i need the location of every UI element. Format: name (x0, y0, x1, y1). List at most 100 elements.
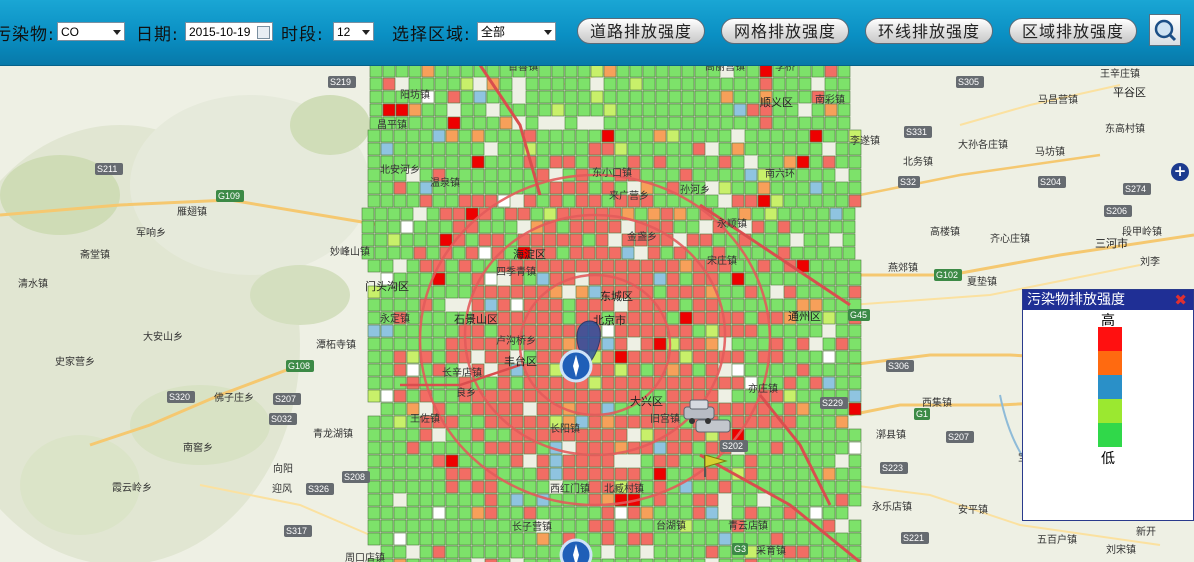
map-place-label: 来广营乡 (609, 189, 649, 202)
period-select[interactable]: 12 (333, 22, 374, 41)
grid-cell (575, 298, 589, 312)
calendar-icon[interactable] (257, 26, 270, 39)
grid-cell (614, 129, 628, 143)
grid-cell (640, 168, 654, 182)
date-input[interactable]: 2015-10-19 (185, 22, 273, 41)
close-icon[interactable]: ✖ (1174, 290, 1187, 310)
grid-cell (811, 116, 825, 130)
map-place-label: 王佐镇 (410, 412, 440, 425)
pollutant-select[interactable]: CO (57, 22, 125, 41)
grid-cell (640, 129, 654, 143)
grid-cell (478, 233, 492, 247)
compass-icon[interactable] (559, 538, 593, 562)
map-place-label: 金盏乡 (627, 230, 657, 243)
grid-cell (393, 415, 407, 429)
grid-cell (380, 298, 394, 312)
grid-cell (640, 311, 654, 325)
zoom-in-icon[interactable]: + (1171, 163, 1189, 181)
grid-cell (848, 376, 862, 390)
grid-cell (380, 259, 394, 273)
grid-cell (666, 506, 680, 520)
area-emission-button[interactable]: 区域排放强度 (1009, 18, 1137, 44)
grid-cell (731, 155, 745, 169)
grid-cell (601, 454, 615, 468)
grid-cell (484, 532, 498, 546)
grid-cell (796, 168, 810, 182)
grid-cell (432, 389, 446, 403)
grid-cell (484, 519, 498, 533)
grid-cell (536, 402, 550, 416)
grid-cell (707, 77, 721, 91)
grid-cell (796, 376, 810, 390)
grid-cell (588, 129, 602, 143)
compass-icon[interactable] (559, 349, 593, 383)
map-place-label: 大孙各庄镇 (958, 138, 1008, 151)
map-place-label: 军响乡 (136, 226, 166, 239)
grid-cell (432, 129, 446, 143)
map-place-label: 南窖乡 (183, 441, 213, 454)
grid-cell (393, 506, 407, 520)
grid-cell (393, 363, 407, 377)
map-canvas[interactable]: S219 阳坊镇 百善镇 高丽营镇 李桥 王辛庄镇 平谷区 马昌营镇 S305 顺义区 南彩镇 东高村… (0, 65, 1194, 562)
ring-emission-button[interactable]: 环线排放强度 (865, 18, 993, 44)
grid-cell (640, 428, 654, 442)
grid-cell (848, 402, 862, 416)
grid-cell (705, 350, 719, 364)
grid-cell (393, 298, 407, 312)
grid-cell (627, 415, 641, 429)
grid-cell (577, 77, 591, 91)
map-place-label: G45 (850, 310, 867, 320)
grid-cell (668, 65, 682, 78)
map-place-label: 南六环 (765, 167, 795, 180)
grid-cell (484, 168, 498, 182)
grid-cell (406, 480, 420, 494)
grid-cell (432, 350, 446, 364)
grid-cell (523, 389, 537, 403)
grid-cell (426, 220, 440, 234)
grid-emission-button[interactable]: 网格排放强度 (721, 18, 849, 44)
grid-cell (803, 207, 817, 221)
grid-cell (510, 389, 524, 403)
grid-cell (434, 65, 448, 78)
grid-cell (666, 441, 680, 455)
grid-cell (835, 363, 849, 377)
grid-cell (694, 103, 708, 117)
map-place-label: 温泉镇 (430, 176, 460, 189)
grid-cell (783, 519, 797, 533)
grid-cell (432, 519, 446, 533)
grid-cell (387, 246, 401, 260)
grid-cell (382, 103, 396, 117)
region-select[interactable]: 全部 (477, 22, 556, 41)
grid-cell (523, 285, 537, 299)
grid-cell (731, 480, 745, 494)
road-emission-button[interactable]: 道路排放强度 (577, 18, 705, 44)
grid-cell (679, 168, 693, 182)
grid-cell (595, 220, 609, 234)
grid-cell (601, 376, 615, 390)
grid-cell (419, 337, 433, 351)
period-select-value: 12 (337, 25, 351, 39)
grid-cell (408, 103, 422, 117)
grid-cell (523, 194, 537, 208)
map-place-label: 门头沟区 (365, 279, 409, 293)
grid-cell (504, 220, 518, 234)
grid-cell (783, 129, 797, 143)
map-place-label: 燕郊镇 (888, 261, 918, 274)
grid-cell (575, 441, 589, 455)
grid-cell (809, 168, 823, 182)
grid-cell (575, 129, 589, 143)
grid-cell (601, 337, 615, 351)
grid-cell (718, 168, 732, 182)
grid-cell (824, 77, 838, 91)
grid-cell (445, 142, 459, 156)
magnifier-icon[interactable] (1149, 14, 1181, 46)
grid-cell (382, 90, 396, 104)
grid-cell (809, 415, 823, 429)
grid-cell (497, 129, 511, 143)
grid-cell (406, 454, 420, 468)
grid-cell (809, 454, 823, 468)
grid-cell (484, 285, 498, 299)
map-place-label: 段甲岭镇 (1122, 225, 1162, 238)
map-place-label: 霞云岭乡 (112, 481, 152, 494)
grid-cell (746, 65, 760, 78)
